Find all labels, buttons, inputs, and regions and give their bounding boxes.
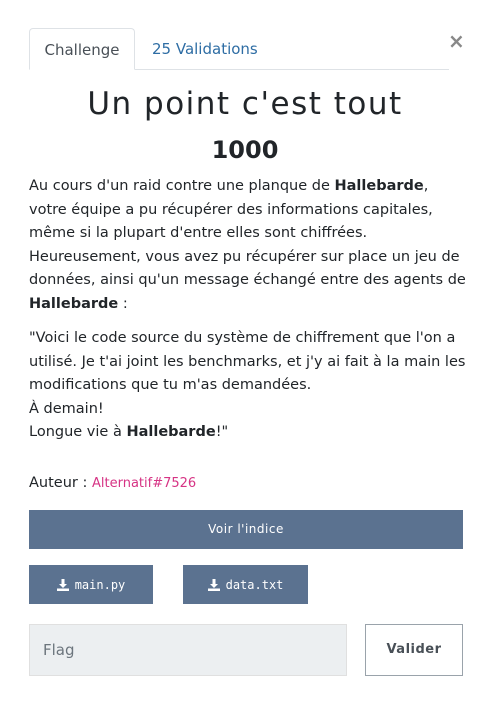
download-icon: [56, 578, 69, 591]
quote-line-2: À demain!: [29, 400, 104, 417]
submit-button[interactable]: Valider: [365, 624, 463, 676]
challenge-title: Un point c'est tout: [87, 86, 403, 122]
download-main-py-button[interactable]: main.py: [29, 565, 153, 604]
challenge-description: Au cours d'un raid contre une planque de…: [29, 175, 469, 445]
description-paragraph-2: Heureusement, vous avez pu récupérer sur…: [29, 248, 466, 312]
tab-validations[interactable]: 25 Validations: [136, 28, 274, 70]
challenge-points: 1000: [211, 136, 279, 164]
show-hint-button[interactable]: Voir l'indice: [29, 510, 463, 549]
author-link[interactable]: Alternatif#7526: [92, 476, 196, 491]
author-line: Auteur : Alternatif#7526: [29, 472, 196, 495]
download-icon: [207, 578, 220, 591]
download-label: data.txt: [225, 577, 284, 592]
description-paragraph-1: Au cours d'un raid contre une planque de…: [29, 178, 433, 241]
quote-line-3: Longue vie à Hallebarde!": [29, 424, 229, 440]
author-label: Auteur :: [29, 475, 92, 491]
flag-input[interactable]: Flag: [29, 624, 347, 676]
download-data-txt-button[interactable]: data.txt: [183, 565, 308, 604]
download-label: main.py: [74, 577, 126, 592]
close-icon[interactable]: ×: [448, 30, 465, 52]
tab-challenge[interactable]: Challenge: [29, 28, 135, 70]
challenge-tabs: Challenge 25 Validations: [29, 28, 449, 70]
quote-line-1: "Voici le code source du système de chif…: [29, 330, 466, 393]
